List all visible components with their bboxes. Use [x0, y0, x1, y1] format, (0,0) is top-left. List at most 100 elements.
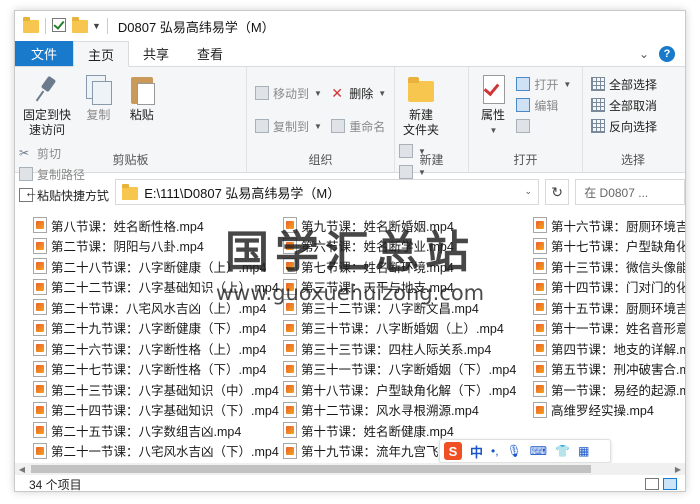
- view-toggle: [645, 478, 685, 490]
- forward-arrow-icon[interactable]: →: [47, 181, 67, 203]
- scrollbar-thumb[interactable]: [31, 465, 591, 473]
- toolbox-grid-icon[interactable]: ▦: [578, 444, 589, 458]
- open-button[interactable]: 打开 ▼: [516, 75, 571, 93]
- ime-toolbar[interactable]: S 中 •, 🎙 ⌨ 👕 ▦: [439, 439, 611, 463]
- organize-group-label: 组织: [308, 153, 333, 167]
- file-item[interactable]: 第十七节课：户型缺角化解: [533, 236, 685, 257]
- file-item[interactable]: 高维罗经实操.mp4: [533, 400, 685, 421]
- file-name: 第二十一节课：八宅风水吉凶（下）.mp4: [51, 445, 279, 459]
- tab-home[interactable]: 主页: [73, 41, 130, 67]
- file-item[interactable]: 第二十七节课：八字断性格（下）.mp4: [33, 359, 279, 380]
- file-item[interactable]: 第十四节课：门对门的化解: [533, 277, 685, 298]
- invert-selection-button[interactable]: 反向选择: [591, 117, 657, 135]
- file-name: 第十节课：姓名断健康.mp4: [301, 424, 454, 439]
- file-name: 第三十三节课：四柱人际关系.mp4: [301, 342, 492, 357]
- customize-toolbar-chevron-down-icon[interactable]: ▼: [92, 21, 101, 31]
- file-item[interactable]: 第九节课：姓名断婚姻.mp4: [283, 215, 516, 236]
- properties-button[interactable]: 属性 ▼: [473, 71, 513, 140]
- sogou-logo[interactable]: S: [444, 442, 462, 460]
- select-all-button[interactable]: 全部选择: [591, 75, 657, 93]
- file-item[interactable]: 第十八节课：户型缺角化解（下）.mp4: [283, 379, 516, 400]
- file-item[interactable]: 第一节课：易经的起源.mp4: [533, 379, 685, 400]
- file-item[interactable]: 第七节课：姓名断环境.mp4: [283, 256, 516, 277]
- file-name: 第二十七节课：八字断性格（下）.mp4: [51, 363, 267, 378]
- scroll-right-arrow-icon[interactable]: ▶: [671, 463, 685, 475]
- file-name: 高维罗经实操.mp4: [551, 404, 654, 419]
- file-item[interactable]: 第二十八节课：八字断健康（上）.mp4: [33, 256, 279, 277]
- back-arrow-icon[interactable]: ←: [21, 181, 41, 203]
- address-chevron-down-icon[interactable]: ⌄: [524, 186, 532, 197]
- file-item[interactable]: 第二十三节课：八字基础知识（中）.mp4: [33, 379, 279, 400]
- search-input[interactable]: 在 D0807 ...: [575, 179, 685, 205]
- paste-button[interactable]: 粘贴: [122, 71, 162, 125]
- file-item[interactable]: 第二节课：阴阳与八卦.mp4: [33, 236, 279, 257]
- new-folder-icon: [405, 73, 437, 105]
- video-file-icon: [533, 278, 547, 295]
- rename-button[interactable]: 重命名: [331, 114, 386, 138]
- explorer-window: ▼ D0807 弘易高纬易学（M） 文件 主页 共享 查看 ⌄ ? 固定到快 速…: [14, 10, 686, 492]
- file-item[interactable]: 第十一节课：姓名音形意.m: [533, 318, 685, 339]
- help-icon[interactable]: ?: [659, 45, 675, 62]
- edit-button[interactable]: 编辑: [516, 96, 571, 114]
- scroll-left-arrow-icon[interactable]: ◀: [15, 463, 29, 475]
- file-item[interactable]: 第三十二节课：八字断文昌.mp4: [283, 297, 516, 318]
- file-item[interactable]: 第二十五节课：八字数组吉凶.mp4: [33, 420, 279, 441]
- file-item[interactable]: 第三节课：天干与地支.mp4: [283, 277, 516, 298]
- copy-button[interactable]: 复制: [78, 71, 118, 125]
- video-file-icon: [283, 278, 297, 295]
- new-folder-icon[interactable]: [72, 17, 88, 34]
- file-item[interactable]: 第六节课：姓名断学业.mp4: [283, 236, 516, 257]
- properties-check-icon[interactable]: [52, 18, 68, 34]
- copy-to-button[interactable]: 复制到 ▼: [255, 114, 322, 138]
- video-file-icon: [283, 442, 297, 459]
- ime-mode-indicator[interactable]: 中: [470, 442, 483, 461]
- keyboard-icon[interactable]: ⌨: [530, 444, 547, 458]
- file-item[interactable]: 第三十三节课：四柱人际关系.mp4: [283, 338, 516, 359]
- video-file-icon: [533, 258, 547, 275]
- history-button[interactable]: [516, 117, 571, 135]
- file-name: 第十四节课：门对门的化解: [551, 281, 685, 296]
- file-item[interactable]: 第四节课：地支的详解.mp4: [533, 338, 685, 359]
- recent-chevron-down-icon[interactable]: ⌄: [74, 181, 83, 203]
- move-to-button[interactable]: 移动到 ▼: [255, 81, 322, 105]
- tab-file[interactable]: 文件: [15, 41, 74, 66]
- file-item[interactable]: 第二十一节课：八宅风水吉凶（下）.mp4: [33, 441, 279, 459]
- file-item[interactable]: 第二十九节课：八字断健康（下）.mp4: [33, 318, 279, 339]
- tab-view[interactable]: 查看: [183, 41, 237, 66]
- list-view-icon[interactable]: [663, 478, 677, 490]
- collapse-ribbon-chevron-icon[interactable]: ⌄: [639, 47, 649, 61]
- skin-shirt-icon[interactable]: 👕: [555, 444, 570, 458]
- refresh-icon[interactable]: ↻: [545, 179, 570, 205]
- file-item[interactable]: 第十二节课：风水寻根溯源.mp4: [283, 400, 516, 421]
- file-item[interactable]: 第十六节课：厨厕环境吉凶: [533, 215, 685, 236]
- file-item[interactable]: 第三十一节课：八字断婚姻（下）.mp4: [283, 359, 516, 380]
- horizontal-scrollbar[interactable]: ◀ ▶: [15, 463, 685, 475]
- pin-to-quick-access-button[interactable]: 固定到快 速访问: [19, 71, 75, 140]
- new-folder-label-line1: 新建: [409, 108, 434, 122]
- file-item[interactable]: 第十五节课：厨厕环境吉凶: [533, 297, 685, 318]
- delete-button[interactable]: ✕ 删除 ▼: [331, 81, 386, 105]
- file-item[interactable]: 第十三节课：微信头像能量: [533, 256, 685, 277]
- up-arrow-icon[interactable]: ↑: [89, 181, 109, 203]
- new-folder-button[interactable]: 新建 文件夹: [399, 71, 443, 140]
- punctuation-icon[interactable]: •,: [491, 444, 499, 458]
- details-view-icon[interactable]: [645, 478, 659, 490]
- file-item[interactable]: 第五节课：刑冲破害合.mp4: [533, 359, 685, 380]
- move-to-label: 移动到: [273, 86, 310, 101]
- file-item[interactable]: 第八节课：姓名断性格.mp4: [33, 215, 279, 236]
- folder-icon: [23, 17, 39, 34]
- file-item[interactable]: 第十节课：姓名断健康.mp4: [283, 420, 516, 441]
- file-item[interactable]: 第二十六节课：八字断性格（上）.mp4: [33, 338, 279, 359]
- address-bar[interactable]: E:\111\D0807 弘易高纬易学（M） ⌄: [115, 179, 540, 205]
- video-file-icon: [33, 340, 47, 357]
- file-item[interactable]: 第三十节课：八字断婚姻（上）.mp4: [283, 318, 516, 339]
- file-item[interactable]: 第二十节课：八宅风水吉凶（上）.mp4: [33, 297, 279, 318]
- file-item[interactable]: 第二十四节课：八字基础知识（下）.mp4: [33, 400, 279, 421]
- select-none-button[interactable]: 全部取消: [591, 96, 657, 114]
- file-item[interactable]: 第二十二节课：八字基础知识（上）.mp4: [33, 277, 279, 298]
- status-bar: 34 个项目: [15, 475, 685, 491]
- microphone-icon[interactable]: 🎙: [507, 444, 522, 458]
- tab-share[interactable]: 共享: [129, 41, 183, 66]
- window-title: D0807 弘易高纬易学（M）: [117, 19, 275, 35]
- file-column-3: 第十六节课：厨厕环境吉凶第十七节课：户型缺角化解第十三节课：微信头像能量第十四节…: [533, 215, 685, 420]
